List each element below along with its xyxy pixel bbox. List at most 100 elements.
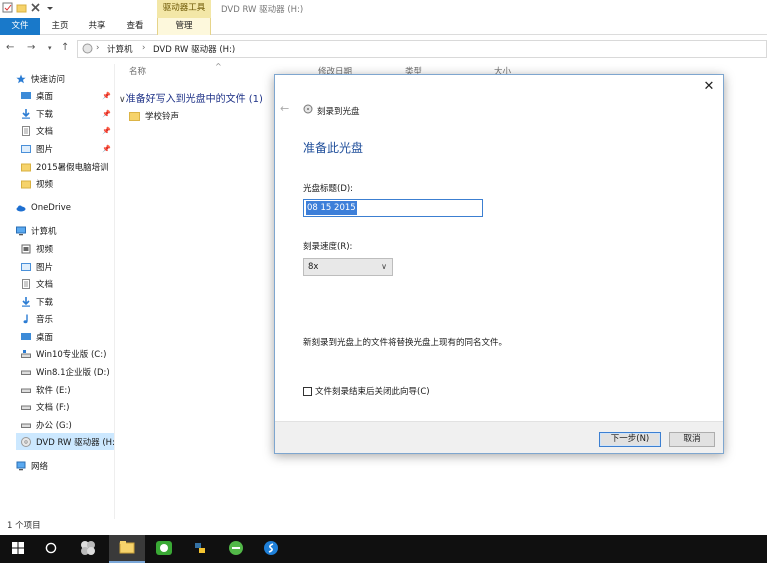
taskbar-app-green[interactable] bbox=[146, 535, 182, 563]
column-header-name[interactable]: 名称 bbox=[129, 64, 146, 81]
sidebar-item-computer-desktop[interactable]: 桌面 bbox=[21, 328, 135, 345]
close-wizard-checkbox[interactable] bbox=[303, 386, 312, 396]
taskbar-app-blue[interactable] bbox=[253, 535, 289, 563]
pin-icon[interactable]: 📌 bbox=[102, 127, 111, 135]
pin-icon[interactable]: 📌 bbox=[102, 145, 111, 153]
sidebar-item-label: 图片 bbox=[36, 144, 54, 155]
forward-arrow-icon[interactable]: → bbox=[27, 42, 35, 53]
taskbar-app-python[interactable] bbox=[182, 535, 218, 563]
sidebar-item-documents[interactable]: 文档 bbox=[21, 122, 135, 139]
close-wizard-option[interactable]: 文件刻录结束后关闭此向导(C) bbox=[303, 385, 430, 397]
up-arrow-icon[interactable]: ↑ bbox=[61, 42, 69, 53]
music-note-icon bbox=[21, 314, 31, 324]
burn-speed-select[interactable]: 8x ∨ bbox=[303, 258, 393, 276]
search-circle-icon bbox=[45, 542, 57, 557]
ribbon: 文件 主页 共享 查看 管理 bbox=[0, 18, 767, 35]
sidebar-item-dvd-drive[interactable]: DVD RW 驱动器 (H:) bbox=[16, 433, 114, 450]
picture-icon bbox=[21, 262, 31, 272]
next-button[interactable]: 下一步(N) bbox=[599, 432, 661, 447]
dialog-caption-text: 刻录到光盘 bbox=[317, 106, 360, 117]
star-icon bbox=[16, 74, 26, 84]
sidebar-item-drive-f[interactable]: 文档 (F:) bbox=[21, 398, 135, 415]
back-arrow-icon[interactable]: ← bbox=[280, 102, 289, 115]
sidebar-item-label: 视频 bbox=[36, 179, 54, 190]
start-button[interactable] bbox=[0, 535, 36, 563]
drive-icon bbox=[21, 367, 31, 377]
sidebar-item-label: 计算机 bbox=[31, 226, 57, 237]
sidebar-item-drive-e[interactable]: 软件 (E:) bbox=[21, 381, 135, 398]
sidebar-item-quick-access[interactable]: 快速访问 bbox=[16, 70, 130, 87]
dialog-caption: 刻录到光盘 bbox=[303, 104, 360, 117]
computer-icon bbox=[16, 226, 26, 236]
customize-toolbar-icon[interactable] bbox=[44, 2, 55, 13]
sidebar-item-computer-pictures[interactable]: 图片 bbox=[21, 258, 135, 275]
sidebar-item-training-folder[interactable]: 2015暑假电脑培训 bbox=[21, 158, 135, 175]
file-explorer-icon bbox=[119, 540, 135, 557]
folder-icon bbox=[21, 179, 31, 189]
sidebar-item-computer-videos[interactable]: 视频 bbox=[21, 240, 135, 257]
window-title: DVD RW 驱动器 (H:) bbox=[221, 5, 304, 15]
burn-speed-label: 刻录速度(R): bbox=[303, 242, 353, 252]
drive-icon bbox=[21, 420, 31, 430]
computer-drive-icon bbox=[82, 43, 93, 57]
sidebar-item-computer-downloads[interactable]: 下载 bbox=[21, 293, 135, 310]
tab-home[interactable]: 主页 bbox=[46, 18, 74, 35]
sidebar-item-music[interactable]: 音乐 bbox=[21, 310, 135, 327]
breadcrumb-dvd-drive[interactable]: DVD RW 驱动器 (H:) bbox=[153, 43, 235, 55]
sidebar-item-pictures[interactable]: 图片 bbox=[21, 140, 135, 157]
taskbar-app-pinwheel[interactable] bbox=[70, 535, 106, 563]
taskbar-app-browser[interactable] bbox=[218, 535, 254, 563]
sidebar-item-label: OneDrive bbox=[31, 202, 71, 213]
recent-locations-icon[interactable]: ▾ bbox=[48, 44, 52, 52]
disc-title-input[interactable]: 08 15 2015 bbox=[303, 199, 483, 217]
sidebar-item-label: 网络 bbox=[31, 461, 49, 472]
close-icon[interactable]: ✕ bbox=[702, 80, 716, 94]
network-icon bbox=[16, 461, 26, 471]
tab-file[interactable]: 文件 bbox=[0, 18, 40, 35]
sidebar-item-downloads[interactable]: 下载 bbox=[21, 105, 135, 122]
file-group-header[interactable]: ∨准备好写入到光盘中的文件 (1) bbox=[119, 90, 263, 105]
delete-icon[interactable] bbox=[30, 2, 41, 13]
sidebar-item-label: 文档 bbox=[36, 126, 54, 137]
dialog-heading: 准备此光盘 bbox=[303, 141, 364, 155]
context-tab-group: 驱动器工具 bbox=[157, 0, 211, 18]
sidebar-item-label: 下载 bbox=[36, 297, 54, 308]
tab-view[interactable]: 查看 bbox=[120, 18, 150, 35]
sidebar-item-label: 快速访问 bbox=[31, 74, 66, 85]
chevron-down-icon: ∨ bbox=[381, 262, 387, 271]
sidebar-item-label: 软件 (E:) bbox=[36, 385, 71, 396]
desktop-icon bbox=[21, 332, 31, 342]
sidebar-item-drive-d[interactable]: Win8.1企业版 (D:) bbox=[21, 363, 135, 380]
back-arrow-icon[interactable]: ← bbox=[6, 42, 14, 53]
taskbar-app-file-explorer[interactable] bbox=[109, 535, 145, 563]
folder-icon bbox=[21, 162, 31, 172]
document-icon bbox=[21, 125, 31, 136]
dialog-footer: 下一步(N) 取消 bbox=[275, 421, 723, 453]
sidebar-item-drive-g[interactable]: 办公 (G:) bbox=[21, 416, 135, 433]
sidebar-item-computer-documents[interactable]: 文档 bbox=[21, 275, 135, 292]
sidebar-item-videos[interactable]: 视频 bbox=[21, 175, 135, 192]
pin-icon[interactable]: 📌 bbox=[102, 92, 111, 100]
pinwheel-app-icon bbox=[80, 540, 96, 559]
tab-share[interactable]: 共享 bbox=[82, 18, 112, 35]
replace-files-note: 新刻录到光盘上的文件将替换光盘上现有的同名文件。 bbox=[303, 338, 508, 348]
download-icon bbox=[21, 296, 31, 307]
sidebar-item-label: DVD RW 驱动器 (H:) bbox=[36, 437, 114, 448]
cancel-button[interactable]: 取消 bbox=[669, 432, 715, 447]
tab-manage[interactable]: 管理 bbox=[157, 18, 211, 35]
sidebar-item-onedrive[interactable]: OneDrive bbox=[16, 199, 130, 216]
sidebar-item-computer[interactable]: 计算机 bbox=[16, 222, 130, 239]
group-header-label: 准备好写入到光盘中的文件 (1) bbox=[125, 94, 263, 105]
properties-icon[interactable] bbox=[2, 2, 13, 13]
sort-indicator-icon: ^ bbox=[215, 62, 222, 71]
burn-speed-value: 8x bbox=[308, 262, 319, 272]
breadcrumb-computer[interactable]: 计算机 bbox=[107, 43, 133, 55]
cortana-button[interactable] bbox=[33, 535, 69, 563]
pin-icon[interactable]: 📌 bbox=[102, 110, 111, 118]
sidebar-item-network[interactable]: 网络 bbox=[16, 457, 130, 474]
burn-disc-icon bbox=[303, 104, 313, 117]
list-item[interactable]: 学校铃声 bbox=[129, 110, 179, 122]
new-folder-icon[interactable] bbox=[16, 2, 27, 13]
sidebar-item-desktop[interactable]: 桌面 bbox=[21, 87, 135, 104]
sidebar-item-drive-c[interactable]: Win10专业版 (C:) bbox=[21, 345, 135, 362]
